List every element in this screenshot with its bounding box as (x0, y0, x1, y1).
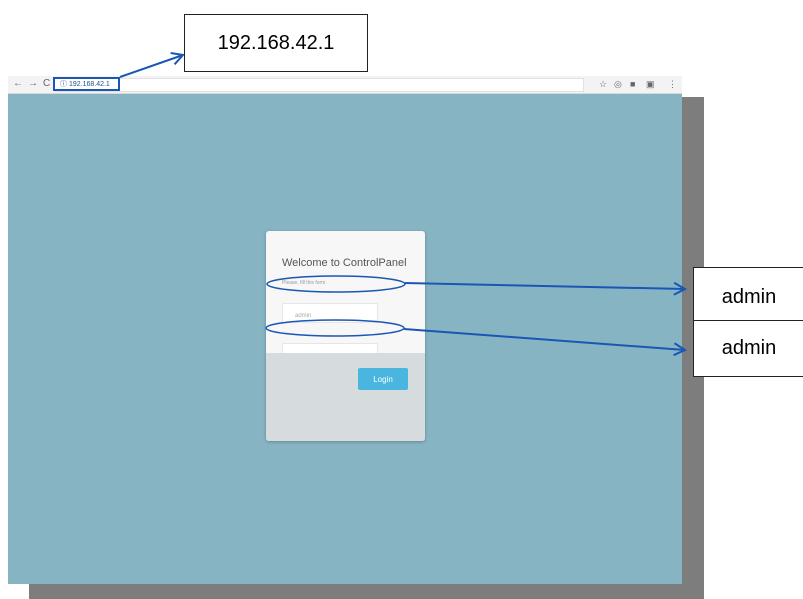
password-callout: admin (693, 320, 803, 377)
url-callout: 192.168.42.1 (184, 14, 368, 72)
annotation-overlay (119, 0, 803, 599)
url-arrow (119, 55, 183, 78)
username-callout: admin (693, 267, 803, 327)
username-arrow (404, 283, 685, 289)
password-arrow (403, 328, 685, 350)
password-highlight-ellipse (265, 319, 405, 337)
username-highlight-ellipse (266, 275, 406, 293)
